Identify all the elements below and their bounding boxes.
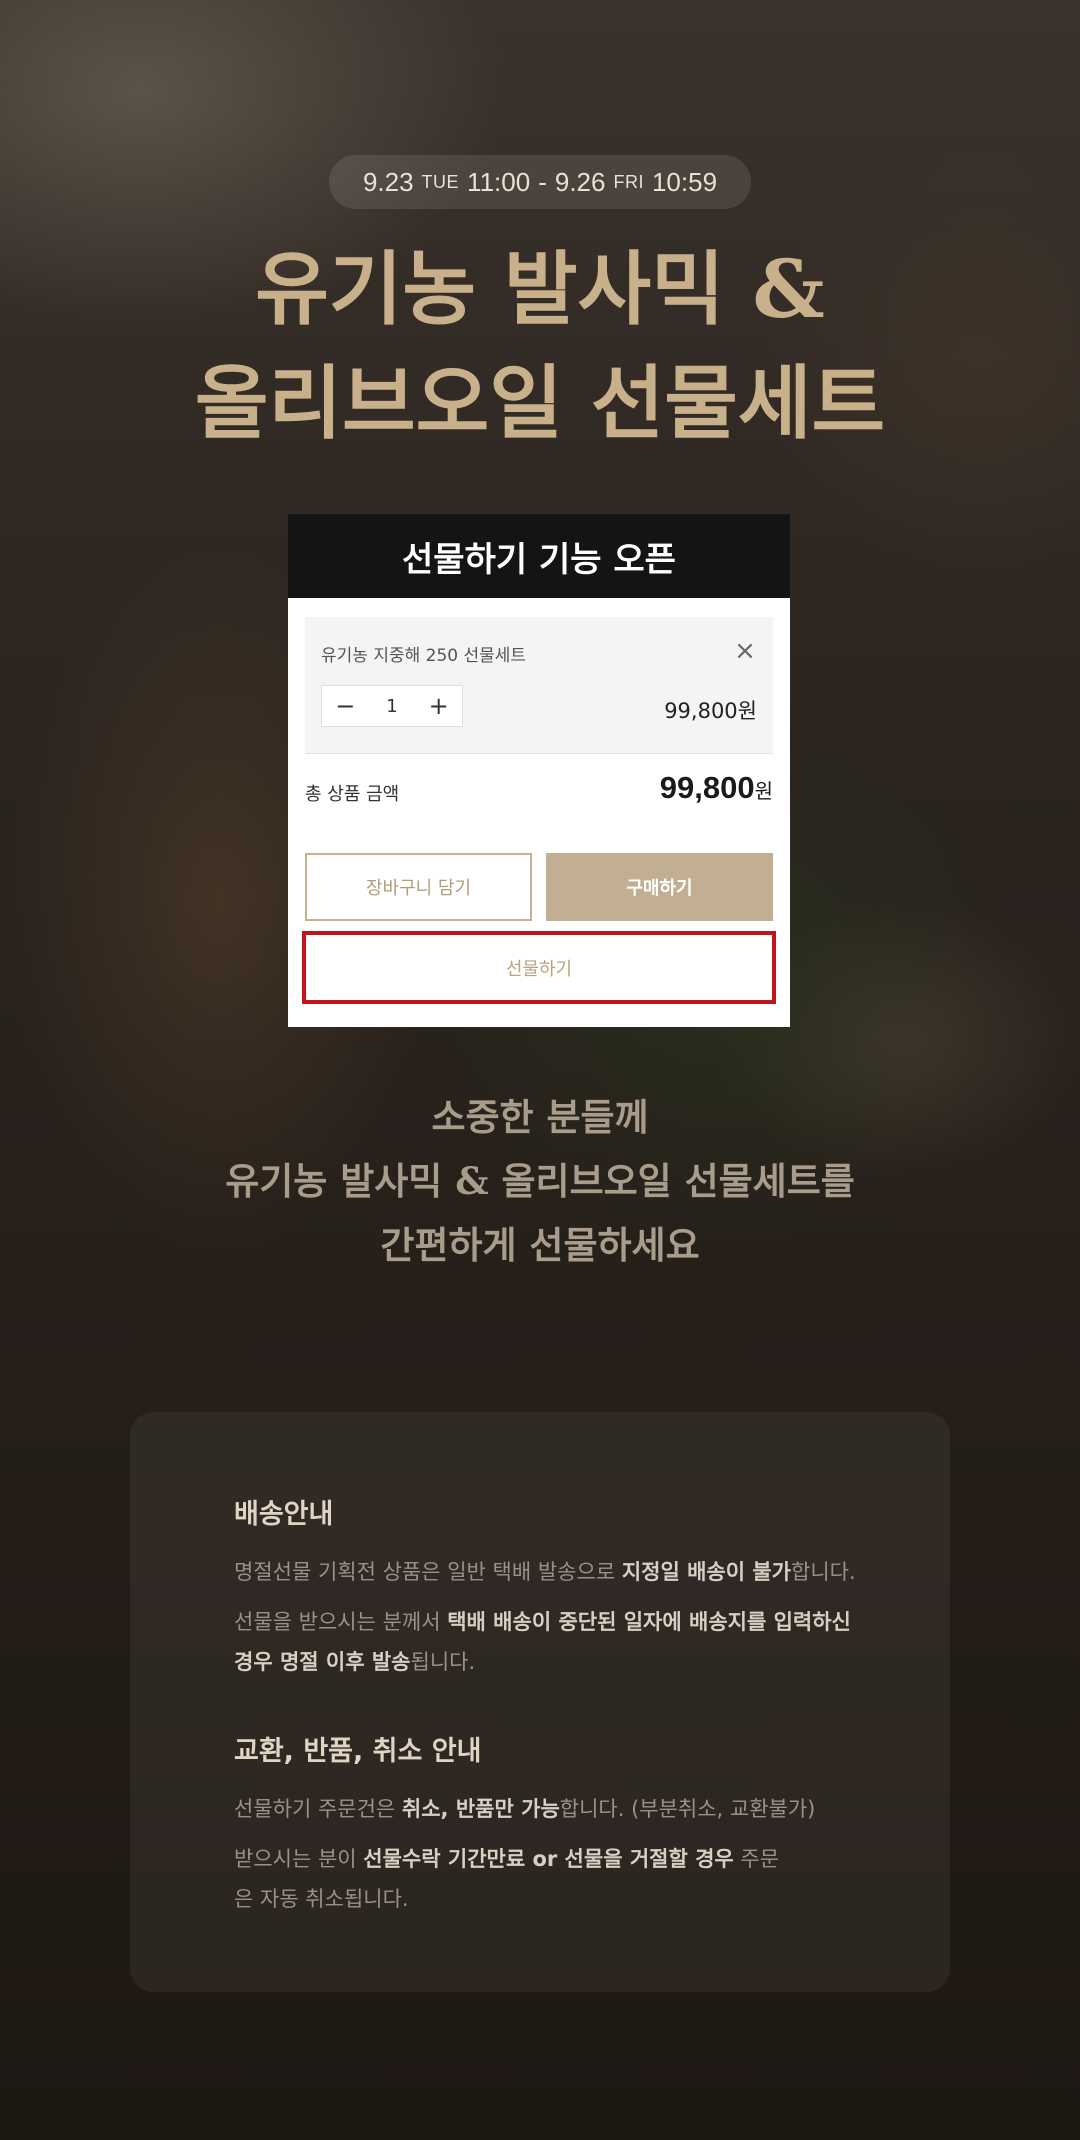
add-to-cart-button[interactable]: 장바구니 담기 — [305, 853, 532, 921]
returns-notice-2: 받으시는 분이 선물수락 기간만료 or 선물을 거절할 경우 주문은 자동 취… — [234, 1847, 780, 1911]
total-amount-unit: 원 — [754, 779, 773, 803]
gift-subcopy: 소중한 분들께 유기농 발사믹 & 올리브오일 선물세트를 간편하게 선물하세요 — [0, 1085, 1080, 1277]
selected-item: 유기농 지중해 250 선물세트 × − 1 + 99,800원 — [305, 617, 773, 753]
returns-notice-1: 선물하기 주문건은 취소, 반품만 가능합니다. (부분취소, 교환불가) — [234, 1797, 816, 1821]
period-separator: - — [538, 166, 547, 197]
notice-box: 배송안내 명절선물 기획전 상품은 일반 택배 발송으로 지정일 배송이 불가합… — [130, 1412, 950, 1992]
returns-heading: 교환, 반품, 취소 안내 — [234, 1736, 482, 1767]
hero-title: 유기농 발사믹 & 올리브오일 선물세트 — [0, 232, 1080, 460]
plus-button[interactable]: + — [415, 692, 462, 720]
quantity-value[interactable]: 1 — [369, 696, 416, 717]
end-date: 9.26 — [554, 166, 606, 197]
delivery-notice-2: 선물을 받으시는 분께서 택배 배송이 중단된 일자에 배송지를 입력하신 경우… — [234, 1610, 851, 1674]
hero-title-line-2: 올리브오일 선물세트 — [194, 356, 886, 450]
subcopy-line-3: 간편하게 선물하세요 — [380, 1223, 700, 1267]
quantity-stepper: − 1 + — [321, 685, 463, 727]
item-price: 99,800원 — [664, 699, 757, 723]
total-label: 총 상품 금액 — [305, 784, 400, 805]
purchase-card: 선물하기 기능 오픈 유기농 지중해 250 선물세트 × − 1 + 99,8… — [288, 514, 790, 1027]
item-name: 유기농 지중해 250 선물세트 — [321, 646, 527, 666]
promo-page: 9.23 TUE 11:00 - 9.26 FRI 10:59 유기농 발사믹 … — [0, 0, 1080, 2140]
subcopy-line-1: 소중한 분들께 — [431, 1095, 649, 1139]
divider — [305, 753, 773, 754]
buy-button[interactable]: 구매하기 — [546, 853, 773, 921]
start-date: 9.23 — [362, 166, 414, 197]
total-amount: 99,800원 — [660, 770, 773, 806]
close-icon[interactable]: × — [731, 637, 759, 665]
delivery-heading: 배송안내 — [234, 1499, 334, 1530]
start-day: TUE — [421, 171, 460, 192]
event-period-badge: 9.23 TUE 11:00 - 9.26 FRI 10:59 — [329, 155, 751, 209]
start-time: 11:00 — [467, 166, 531, 197]
delivery-notice-1: 명절선물 기획전 상품은 일반 택배 발송으로 지정일 배송이 불가합니다. — [234, 1560, 856, 1584]
total-amount-number: 99,800 — [659, 770, 755, 805]
minus-button[interactable]: − — [322, 692, 369, 720]
subcopy-line-2: 유기농 발사믹 & 올리브오일 선물세트를 — [225, 1159, 855, 1203]
gift-button[interactable]: 선물하기 — [302, 931, 776, 1004]
card-header: 선물하기 기능 오픈 — [288, 514, 790, 598]
end-day: FRI — [613, 171, 644, 192]
end-time: 10:59 — [651, 166, 718, 197]
hero-title-line-1: 유기농 발사믹 & — [255, 242, 825, 336]
